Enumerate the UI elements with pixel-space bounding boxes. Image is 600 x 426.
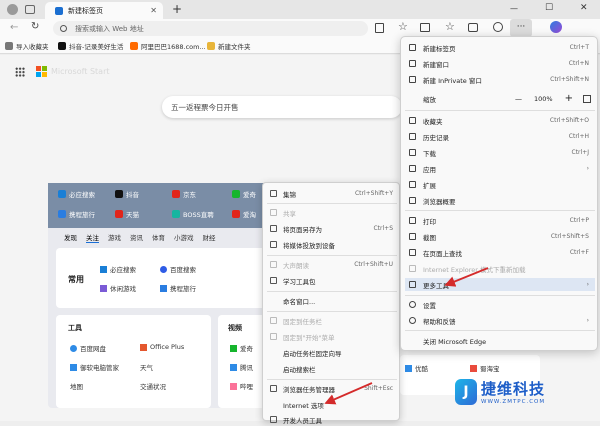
watermark-logo-icon: J xyxy=(455,378,477,405)
annotation-arrows xyxy=(324,267,489,405)
arrow-to-more-tools xyxy=(444,267,489,287)
watermark: J 捷维科技 WWW.ZMTPC.COM xyxy=(455,378,545,405)
watermark-url: WWW.ZMTPC.COM xyxy=(481,399,546,405)
arrow-to-internet-options xyxy=(324,382,373,405)
watermark-title: 捷维科技 xyxy=(481,380,546,398)
